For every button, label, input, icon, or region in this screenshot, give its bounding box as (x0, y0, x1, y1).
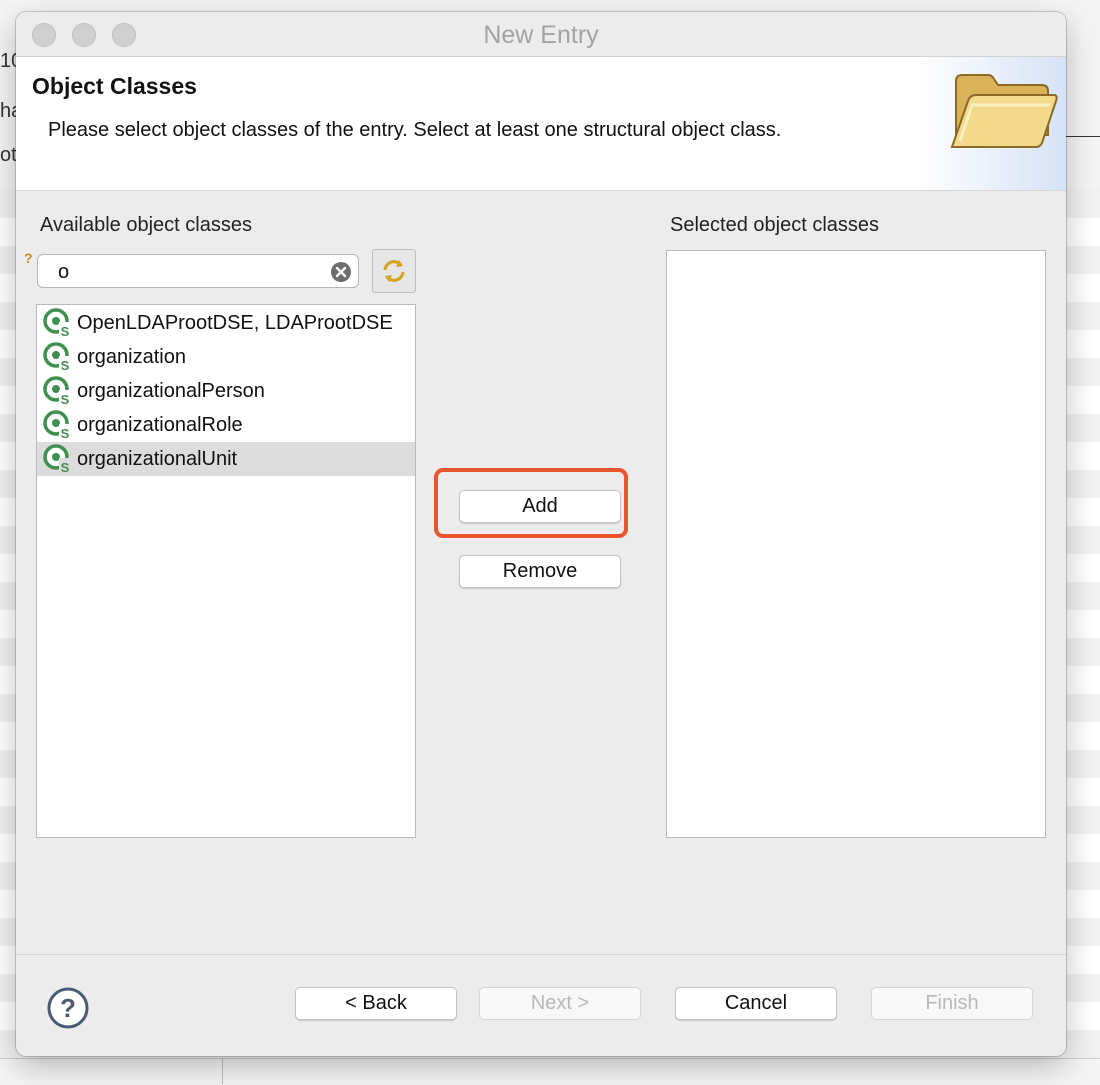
svg-text:S: S (61, 460, 70, 474)
available-classes-label: Available object classes (40, 214, 252, 236)
add-button[interactable]: Add (459, 490, 621, 523)
list-item-label: organizationalRole (77, 413, 243, 436)
remove-button[interactable]: Remove (459, 555, 621, 588)
selected-classes-label: Selected object classes (670, 214, 880, 236)
background-divider (1066, 136, 1100, 137)
svg-text:?: ? (60, 993, 76, 1023)
filter-input[interactable]: o (37, 254, 359, 288)
list-item-label: organizationalUnit (77, 447, 238, 470)
finish-button[interactable]: Finish (871, 987, 1033, 1020)
help-icon[interactable]: ? (46, 986, 90, 1030)
list-item[interactable]: S organizationalRole (37, 408, 415, 442)
title-bar: New Entry (16, 12, 1066, 57)
available-classes-list[interactable]: S OpenLDAProotDSE, LDAProotDSE S organiz… (36, 304, 416, 838)
object-class-icon: S (43, 410, 71, 440)
object-class-icon: S (43, 376, 71, 406)
filter-input-value: o (58, 261, 70, 283)
content-assist-hint-icon: ? (24, 250, 33, 266)
background-stripes-right (1066, 190, 1100, 1080)
back-button[interactable]: < Back (295, 987, 457, 1020)
next-button[interactable]: Next > (479, 987, 641, 1020)
background-status-bar (0, 1058, 1100, 1085)
list-item[interactable]: S OpenLDAProotDSE, LDAProotDSE (37, 306, 415, 340)
list-item-selected[interactable]: S organizationalUnit (37, 442, 415, 476)
page-title: Object Classes (32, 73, 197, 99)
list-item[interactable]: S organizationalPerson (37, 374, 415, 408)
list-item-label: OpenLDAProotDSE, LDAProotDSE (77, 311, 393, 334)
list-item-label: organization (77, 345, 186, 368)
refresh-icon (383, 260, 405, 282)
footer-divider (16, 954, 1066, 955)
object-class-icon: S (43, 342, 71, 372)
new-entry-dialog: New Entry Object Classes Please select o… (16, 12, 1066, 1056)
background-status-divider (222, 1058, 223, 1084)
selected-classes-list[interactable] (666, 250, 1046, 838)
svg-text:S: S (61, 426, 70, 440)
background-stripes-left (0, 190, 16, 1080)
svg-text:S: S (61, 324, 70, 338)
wizard-header: Object Classes Please select object clas… (16, 57, 1066, 191)
background-text-3: ot (0, 144, 17, 166)
page-description: Please select object classes of the entr… (48, 119, 782, 141)
svg-text:S: S (61, 392, 70, 406)
window-title: New Entry (483, 21, 599, 49)
list-item[interactable]: S organization (37, 340, 415, 374)
refresh-button[interactable] (372, 249, 416, 293)
folder-icon (950, 74, 1058, 148)
clear-icon[interactable] (330, 261, 352, 283)
object-class-icon: S (43, 308, 71, 338)
object-class-icon: S (43, 444, 71, 474)
svg-text:S: S (61, 358, 70, 372)
cancel-button[interactable]: Cancel (675, 987, 837, 1020)
list-item-label: organizationalPerson (77, 379, 265, 402)
